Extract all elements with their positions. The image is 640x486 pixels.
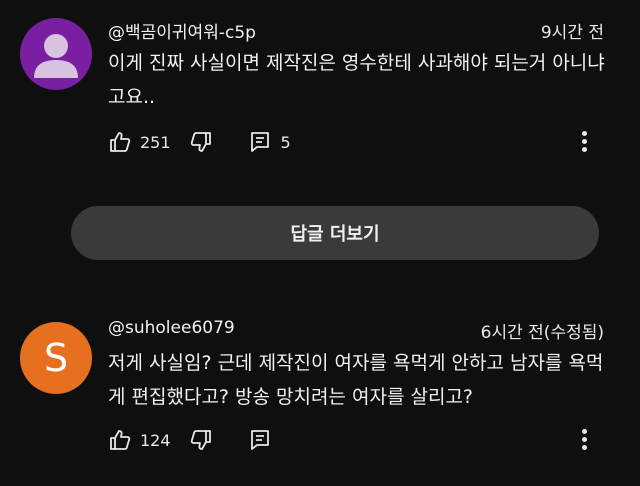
avatar[interactable]	[20, 18, 92, 90]
like-count: 124	[140, 430, 171, 450]
comment-time: 6시간 전(수정됨)	[480, 323, 604, 343]
reply-count: 5	[280, 132, 291, 152]
reply-button[interactable]: 5	[249, 130, 291, 154]
comment-text: 저게 사실임? 근데 제작진이 여자를 욕먹게 안하고 남자를 욕먹게 편집했다…	[108, 352, 604, 408]
comment-time: 9시간 전	[540, 23, 604, 43]
more-vert-icon[interactable]	[580, 127, 588, 157]
more-vert-icon[interactable]	[580, 425, 588, 455]
thumbs-up-icon	[110, 132, 131, 152]
dislike-button[interactable]	[189, 428, 213, 452]
comment-actions: 251 5	[108, 127, 291, 157]
thumbs-down-icon	[190, 132, 211, 152]
reply-icon	[250, 430, 269, 450]
like-count: 251	[140, 132, 171, 152]
comment-actions: 124	[108, 425, 271, 455]
user-silhouette-icon	[34, 34, 78, 78]
reply-button[interactable]	[249, 428, 271, 452]
comment-text: 이게 진짜 사실이면 제작진은 영수한테 사과해야 되는거 아니냐고요..	[108, 52, 605, 108]
avatar-letter: S	[43, 336, 69, 380]
thumbs-up-icon	[110, 430, 131, 450]
dislike-button[interactable]	[189, 130, 213, 154]
more-replies-button[interactable]: 답글 더보기	[71, 206, 599, 260]
comment-author[interactable]: @suholee6079	[108, 318, 235, 338]
reply-icon	[250, 132, 269, 152]
thumbs-down-icon	[190, 430, 211, 450]
like-button[interactable]: 251	[108, 130, 171, 154]
like-button[interactable]: 124	[108, 428, 171, 452]
comment-author[interactable]: @백곰이귀여워-c5p	[108, 18, 256, 43]
avatar[interactable]: S	[20, 322, 92, 394]
